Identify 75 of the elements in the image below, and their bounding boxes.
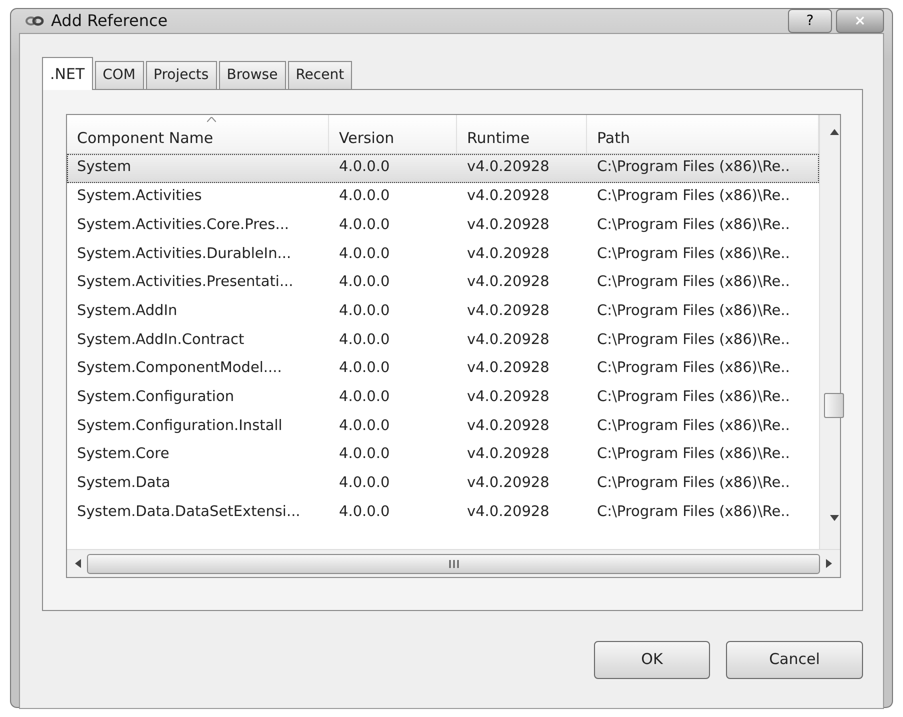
table-cell-text: C:\Program Files (x86)\Re.. (596, 187, 791, 206)
grip-icon (448, 560, 458, 568)
selected-row[interactable]: System 4.0.0.0 v4.0.20928 C:\Program Files (x86)\Re.. (67, 154, 819, 183)
table-cell-text: v4.0.20928 (466, 388, 550, 407)
table-cell-text: System (76, 158, 132, 178)
table-cell-text: 4.0.0.0 (338, 216, 391, 235)
table-cell-text: v4.0.20928 (466, 502, 550, 522)
table-cell-text: C:\Program Files (x86)\Re.. (596, 416, 791, 436)
table-cell-text: System.Activities.Core.Pres... (76, 216, 290, 235)
table-cell-text: System.AddIn (76, 302, 178, 321)
table-cell-text: System.Activities.DurableIn... (76, 244, 292, 264)
tab[interactable]: Projects (146, 61, 217, 89)
table-cell-text: 4.0.0.0 (338, 187, 391, 206)
table-cell-text: v4.0.20928 (466, 158, 550, 178)
table-cell-text: C:\Program Files (x86)\Re.. (596, 330, 791, 350)
table-cell-text: v4.0.20928 (466, 216, 550, 235)
scroll-down-icon[interactable] (830, 515, 839, 521)
table-cell-text: System.AddIn.Contract (76, 330, 246, 350)
table-cell-text: C:\Program Files (x86)\Re.. (596, 158, 791, 178)
table-cell-text: v4.0.20928 (466, 359, 550, 378)
scroll-left-icon[interactable] (75, 559, 81, 568)
cancel-button[interactable]: Cancel (726, 640, 863, 678)
scroll-thumb[interactable] (824, 393, 844, 418)
reference-icon (25, 15, 45, 27)
table-cell-text: v4.0.20928 (466, 187, 550, 206)
tab[interactable]: Recent (288, 61, 352, 89)
table-cell-text: C:\Program Files (x86)\Re.. (596, 359, 791, 378)
scroll-thumb[interactable] (87, 554, 820, 574)
table-cell-text: 4.0.0.0 (338, 244, 391, 264)
table-cell-text: 4.0.0.0 (338, 388, 391, 407)
ok-button[interactable]: OK (594, 640, 710, 678)
table-cell-text: 4.0.0.0 (338, 273, 391, 292)
column-header[interactable]: Runtime (457, 115, 587, 153)
table-cell-text: System.Configuration.Install (76, 416, 284, 436)
table-cell-text: 4.0.0.0 (338, 416, 391, 436)
table-cell-text: C:\Program Files (x86)\Re.. (596, 216, 791, 235)
table-cell-text: C:\Program Files (x86)\Re.. (596, 273, 791, 292)
table-cell-text: 4.0.0.0 (338, 502, 391, 522)
table-cell-text: 4.0.0.0 (338, 330, 391, 350)
column-header[interactable]: Version (329, 115, 457, 153)
table-cell-text: System.Configuration (76, 388, 236, 407)
table-cell-text: System.Activities.Presentati... (76, 273, 294, 292)
tab[interactable]: COM (94, 61, 144, 89)
table-cell-text: System.Data.DataSetExtensi... (76, 502, 302, 522)
scroll-right-icon[interactable] (826, 559, 832, 568)
help-button[interactable]: ? (788, 9, 832, 33)
sort-icon (207, 117, 216, 122)
table-cell-text: System.Data (76, 474, 172, 494)
table-cell-text: System.Core (76, 445, 170, 464)
table-cell-text: C:\Program Files (x86)\Re.. (596, 445, 791, 464)
table-cell-text: 4.0.0.0 (338, 445, 391, 464)
table-cell-text: C:\Program Files (x86)\Re.. (596, 244, 791, 264)
table-cell-text: System.Activities (76, 187, 203, 206)
table-cell-text: v4.0.20928 (466, 445, 550, 464)
table-cell-text: 4.0.0.0 (338, 302, 391, 321)
table-cell-text: 4.0.0.0 (338, 474, 391, 494)
table-cell-text: C:\Program Files (x86)\Re.. (596, 302, 791, 321)
tab[interactable]: .NET (42, 57, 93, 90)
table-cell-text: System.ComponentModel.... (76, 359, 283, 378)
table-cell-text: v4.0.20928 (466, 273, 550, 292)
table-cell-text: v4.0.20928 (466, 416, 550, 436)
table-cell-text: 4.0.0.0 (338, 158, 391, 178)
table-cell-text: v4.0.20928 (466, 302, 550, 321)
column-header[interactable]: Component Name (67, 115, 329, 153)
window-title: Add Reference (51, 10, 168, 32)
table-cell-text: 4.0.0.0 (338, 359, 391, 378)
scroll-up-icon[interactable] (830, 129, 839, 135)
table-cell-text: C:\Program Files (x86)\Re.. (596, 474, 791, 494)
table-cell-text: C:\Program Files (x86)\Re.. (596, 502, 791, 522)
tab[interactable]: Browse (218, 61, 286, 89)
table-cell-text: C:\Program Files (x86)\Re.. (596, 388, 791, 407)
table-cell-text: v4.0.20928 (466, 244, 550, 264)
table-cell-text: v4.0.20928 (466, 330, 550, 350)
horizontal-scrollbar[interactable] (67, 549, 840, 577)
table-cell-text: v4.0.20928 (466, 474, 550, 494)
